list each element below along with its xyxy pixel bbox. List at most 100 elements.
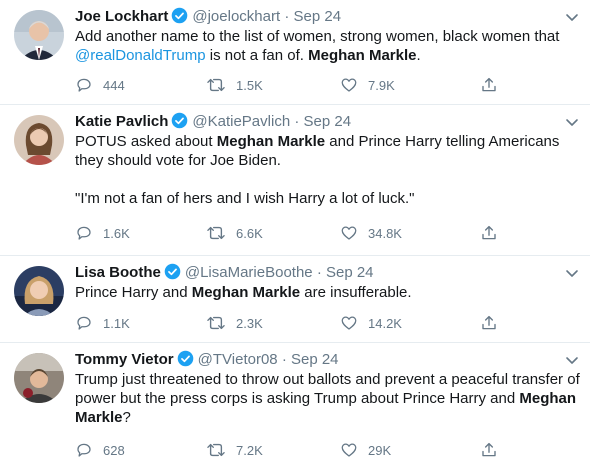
tweet-actions: 628 7.2K 29K [75,440,505,460]
retweet-count: 6.6K [236,225,263,241]
like-button[interactable]: 29K [340,440,391,460]
share-button[interactable] [480,75,508,95]
tweet-text: POTUS asked about Meghan Markle and Prin… [75,132,580,208]
author-handle[interactable]: @LisaMarieBoothe [185,264,313,281]
separator-dot: · [281,351,287,368]
like-count: 29K [368,442,392,458]
separator-dot: · [284,8,290,25]
heart-icon [340,224,368,242]
reply-icon [75,224,103,242]
heart-icon [340,441,368,459]
avatar[interactable] [14,115,64,165]
tweet-paragraph: Trump just threatened to throw out ballo… [75,370,580,427]
reply-icon [75,76,103,94]
author-handle[interactable]: @joelockhart [192,8,280,25]
timeline: Joe Lockhart @joelockhart · Sep 24 Add an… [0,0,590,458]
retweet-count: 7.2K [236,442,263,458]
tweet[interactable]: Joe Lockhart @joelockhart · Sep 24 Add an… [0,0,590,105]
retweet-button[interactable]: 1.5K [206,75,263,95]
tweet-text: Add another name to the list of women, s… [75,27,580,65]
tweet[interactable]: Katie Pavlich @KatiePavlich · Sep 24 POTU… [0,105,590,256]
like-button[interactable]: 14.2K [340,313,402,333]
tweet-text-segment: Trump just threatened to throw out ballo… [75,371,580,407]
reply-button[interactable]: 444 [75,75,125,95]
highlighted-term: Meghan Markle [191,284,301,301]
separator-dot: · [294,113,300,130]
retweet-count: 2.3K [236,315,263,331]
chevron-down-icon[interactable] [564,352,580,368]
tweet-text-segment: POTUS asked about [75,133,217,150]
share-icon [480,76,508,94]
share-icon [480,224,508,242]
tweet-date[interactable]: Sep 24 [294,8,342,25]
tweet-actions: 1.1K 2.3K 14.2K [75,313,505,333]
tweet-text-segment: ? [122,409,131,426]
like-count: 7.9K [368,77,395,93]
retweet-button[interactable]: 2.3K [206,313,263,333]
author-name[interactable]: Tommy Vietor [75,351,174,368]
tweet-text-segment: Add another name to the list of women, s… [75,28,560,45]
tweet-text-segment: is not a fan of. [205,47,309,64]
tweet-paragraph: "I'm not a fan of hers and I wish Harry … [75,189,580,208]
highlighted-term: Meghan Markle [308,47,417,64]
share-button[interactable] [480,440,508,460]
share-button[interactable] [480,313,508,333]
tweet-text-segment: . [416,47,421,64]
retweet-button[interactable]: 7.2K [206,440,263,460]
mention-link[interactable]: @realDonaldTrump [75,47,206,64]
author-handle[interactable]: @KatiePavlich [192,113,290,130]
tweet-paragraph: POTUS asked about Meghan Markle and Prin… [75,132,580,170]
tweet-actions: 1.6K 6.6K 34.8K [75,223,505,243]
heart-icon [340,76,368,94]
tweet-text: Prince Harry and Meghan Markle are insuf… [75,283,580,302]
tweet-text: Trump just threatened to throw out ballo… [75,370,580,427]
tweet-date[interactable]: Sep 24 [291,351,339,368]
reply-button[interactable]: 628 [75,440,125,460]
like-count: 14.2K [368,315,402,331]
tweet-text-segment: "I'm not a fan of hers and I wish Harry … [75,190,415,207]
tweet-paragraph: Prince Harry and Meghan Markle are insuf… [75,283,580,302]
reply-count: 1.1K [103,315,130,331]
avatar[interactable] [14,10,64,60]
tweet-text-segment: Prince Harry and [75,284,192,301]
tweet-date[interactable]: Sep 24 [326,264,374,281]
retweet-icon [206,76,236,94]
author-handle[interactable]: @TVietor08 [198,351,278,368]
tweet-actions: 444 1.5K 7.9K [75,75,505,95]
heart-icon [340,314,368,332]
highlighted-term: Meghan Markle [216,133,326,150]
chevron-down-icon[interactable] [564,265,580,281]
reply-icon [75,314,103,332]
retweet-icon [206,441,236,459]
tweet[interactable]: Tommy Vietor @TVietor08 · Sep 24 Trump ju… [0,343,590,468]
reply-button[interactable]: 1.1K [75,313,130,333]
retweet-icon [206,314,236,332]
reply-count: 628 [103,442,125,458]
like-button[interactable]: 7.9K [340,75,395,95]
reply-count: 444 [103,77,125,93]
retweet-icon [206,224,236,242]
tweet-text-segment: are insufferable. [300,284,412,301]
retweet-count: 1.5K [236,77,263,93]
tweet-paragraph: Add another name to the list of women, s… [75,27,580,65]
reply-count: 1.6K [103,225,130,241]
reply-icon [75,441,103,459]
chevron-down-icon[interactable] [564,9,580,25]
separator-dot: · [316,264,322,281]
reply-button[interactable]: 1.6K [75,223,130,243]
share-icon [480,441,508,459]
author-name[interactable]: Joe Lockhart [75,8,168,25]
share-icon [480,314,508,332]
share-button[interactable] [480,223,508,243]
avatar[interactable] [14,353,64,403]
like-button[interactable]: 34.8K [340,223,402,243]
tweet-date[interactable]: Sep 24 [304,113,352,130]
tweet[interactable]: Lisa Boothe @LisaMarieBoothe · Sep 24 Pri… [0,256,590,343]
chevron-down-icon[interactable] [564,114,580,130]
like-count: 34.8K [368,225,402,241]
author-name[interactable]: Katie Pavlich [75,113,168,130]
author-name[interactable]: Lisa Boothe [75,264,161,281]
avatar[interactable] [14,266,64,316]
retweet-button[interactable]: 6.6K [206,223,263,243]
